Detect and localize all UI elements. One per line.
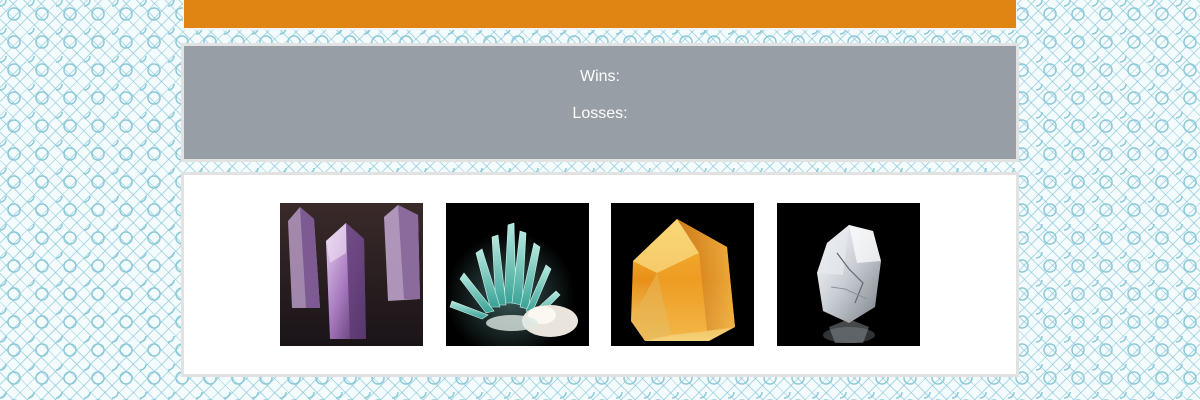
crystal-aquamarine-button[interactable] (446, 203, 589, 346)
aquamarine-crystal-image (446, 203, 589, 346)
crystal-clear-quartz-button[interactable] (777, 203, 920, 346)
crystal-citrine-button[interactable] (611, 203, 754, 346)
crystal-amethyst-button[interactable] (280, 203, 423, 346)
wins-label: Wins: (580, 68, 620, 85)
amethyst-crystal-image (280, 203, 423, 346)
score-panel: Wins: Losses: (181, 43, 1019, 162)
clear-quartz-crystal-image (777, 203, 920, 346)
citrine-crystal-image (611, 203, 754, 346)
crystal-panel (181, 172, 1019, 377)
losses-label: Losses: (572, 105, 628, 122)
header-bar (183, 0, 1017, 30)
